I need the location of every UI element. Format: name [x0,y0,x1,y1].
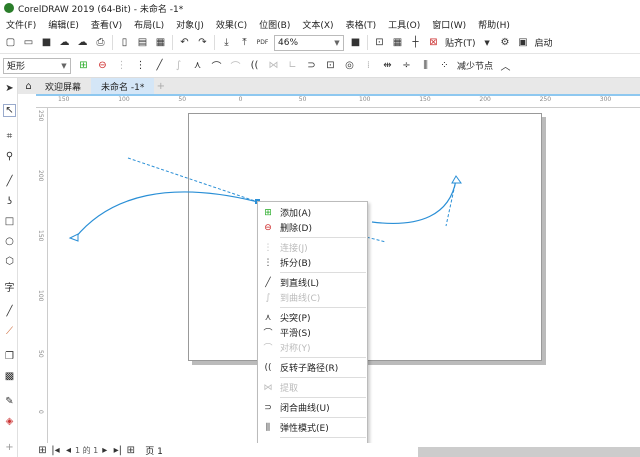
menu-separator [280,397,366,398]
add-node-icon: ⊞ [264,207,272,218]
join-nodes-icon: ⋮ [263,242,273,253]
menu-item[interactable]: ⫼ 弹性模式(E) [258,420,369,435]
menu-item[interactable]: ⋈ 提取 [258,380,369,395]
menu-item-label: 添加(A) [280,209,312,219]
extract-subpath-icon: ⋈ [263,382,273,393]
menu-item[interactable]: ⋮ 拆分(B) [258,255,369,270]
menu-separator [280,417,366,418]
menu-item-label: 到曲线(C) [280,294,321,304]
menu-item[interactable]: ⊖ 删除(D) [258,220,369,235]
page-count: 1 的 1 [75,445,99,455]
horizontal-scrollbar[interactable] [418,447,640,457]
menu-separator [280,307,366,308]
menu-item-label: 到直线(L) [280,279,320,289]
menu-item-label: 弹性模式(E) [280,424,329,434]
menu-item[interactable]: ⊃ 闭合曲线(U) [258,400,369,415]
add-page-end-icon[interactable]: ⊞ [124,444,137,457]
node-context-menu: ⊞ 添加(A) ⊖ 删除(D) ⋮ 连接(J) ⋮ 拆分(B) ╱ 到直线(L) ∫ 到曲线(C) ⋏ 尖… [257,201,368,457]
next-page-icon[interactable]: ▸ [98,444,111,457]
menu-separator [280,377,366,378]
menu-item-label: 拆分(B) [280,259,312,269]
menu-item-label: 平滑(S) [280,329,311,339]
menu-item-label: 删除(D) [280,224,312,234]
add-page-icon[interactable]: ⊞ [36,444,49,457]
menu-item-label: 提取 [280,384,299,394]
control-handle-line [445,179,457,227]
first-page-icon[interactable]: |◂ [49,444,62,457]
smooth-node-icon: ⌒ [263,329,273,339]
delete-node-icon: ⊖ [264,222,272,233]
menu-item[interactable]: ∫ 到曲线(C) [258,290,369,305]
menu-item[interactable]: ⌒ 平滑(S) [258,325,369,340]
page-navigator: ⊞ |◂ ◂ 1 的 1 ▸ ▸| ⊞ 页 1 [36,443,640,457]
end-node-arrow [451,175,462,184]
menu-item[interactable]: ╱ 到直线(L) [258,275,369,290]
menu-item-label: 尖突(P) [280,314,311,324]
symmetric-node-icon: ⌒ [263,344,273,354]
menu-item[interactable]: ⌒ 对称(Y) [258,340,369,355]
menu-item[interactable]: (( 反转子路径(R) [258,360,369,375]
reverse-direction-icon: (( [264,362,272,373]
menu-item-label: 连接(J) [280,244,308,254]
menu-item-label: 对称(Y) [280,344,311,354]
menu-item-label: 反转子路径(R) [280,364,339,374]
menu-separator [280,272,366,273]
break-curve-icon: ⋮ [263,257,273,268]
menu-separator [280,237,366,238]
previous-page-icon[interactable]: ◂ [62,444,75,457]
menu-item[interactable]: ⋏ 尖突(P) [258,310,369,325]
start-node-arrow [68,233,79,242]
page-tab-1[interactable]: 页 1 [145,444,163,457]
last-page-icon[interactable]: ▸| [111,444,124,457]
menu-separator [280,437,366,438]
to-curve-icon: ∫ [265,292,271,303]
menu-item-label: 闭合曲线(U) [280,404,330,414]
cusp-node-icon: ⋏ [264,312,272,323]
curve-path [371,179,457,224]
elastic-mode-icon: ⫼ [265,422,271,433]
curve-path [74,191,259,239]
menu-separator [280,357,366,358]
close-curve-icon: ⊃ [264,402,272,413]
to-line-icon: ╱ [265,277,271,288]
menu-item[interactable]: ⊞ 添加(A) [258,205,369,220]
menu-item[interactable]: ⋮ 连接(J) [258,240,369,255]
